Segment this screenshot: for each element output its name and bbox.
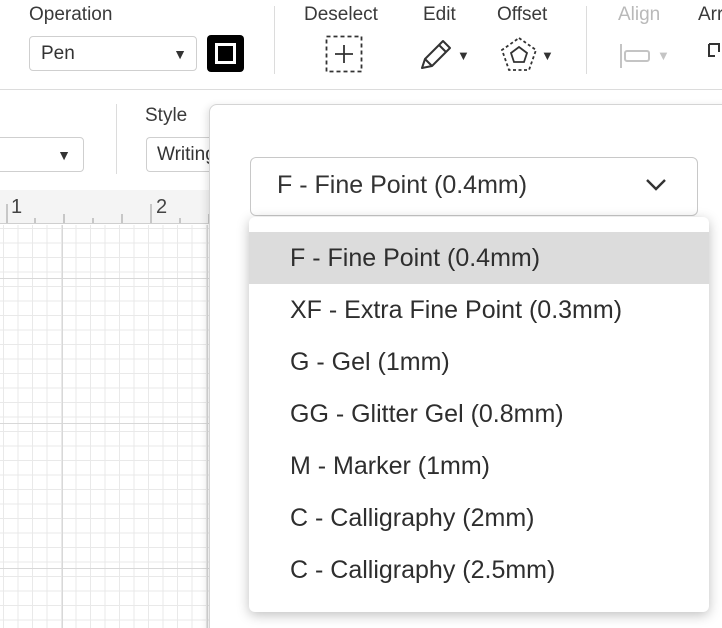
ruler-ticks (6, 204, 210, 223)
pen-option-extra-fine-point[interactable]: XF - Extra Fine Point (0.3mm) (249, 284, 709, 336)
ruler-mark: 2 (156, 196, 168, 218)
design-canvas-grid[interactable] (0, 225, 230, 628)
horizontal-ruler: 1 2 (0, 190, 230, 224)
style-value: Writing (157, 144, 216, 165)
pencil-icon[interactable] (418, 38, 454, 72)
caret-down-icon[interactable]: ▼ (541, 48, 554, 63)
divider (274, 6, 275, 74)
operation-label: Operation (29, 4, 113, 25)
divider (586, 6, 587, 74)
top-toolbar: Operation Pen ▼ Deselect Edit ▼ Offset ▼… (0, 0, 722, 90)
pen-type-value: F - Fine Point (0.4mm) (277, 171, 528, 199)
pen-type-select[interactable]: F - Fine Point (0.4mm) (250, 157, 698, 216)
pen-option-fine-point[interactable]: F - Fine Point (0.4mm) (249, 232, 709, 284)
caret-down-icon[interactable]: ▼ (457, 48, 470, 63)
pen-type-menu: F - Fine Point (0.4mm) XF - Extra Fine P… (249, 217, 709, 612)
ruler-mark: 1 (11, 196, 23, 218)
edit-label: Edit (423, 4, 456, 25)
chevron-down-icon (646, 179, 666, 191)
deselect-icon[interactable] (325, 35, 363, 73)
align-label: Align (618, 4, 661, 25)
pen-option-gel[interactable]: G - Gel (1mm) (249, 336, 709, 388)
caret-down-icon: ▼ (173, 46, 187, 62)
deselect-label: Deselect (304, 4, 378, 25)
arrange-icon[interactable] (707, 42, 722, 66)
divider (116, 104, 117, 174)
pen-option-calligraphy-2-5mm[interactable]: C - Calligraphy (2.5mm) (249, 544, 709, 596)
offset-icon[interactable] (500, 36, 538, 74)
caret-down-icon[interactable]: ▼ (657, 48, 670, 63)
pen-option-calligraphy-2mm[interactable]: C - Calligraphy (2mm) (249, 492, 709, 544)
pen-color-swatch[interactable] (207, 35, 244, 72)
font-size-select[interactable]: ▼ (0, 137, 84, 172)
operation-select[interactable]: Pen ▼ (29, 36, 197, 71)
pen-option-marker[interactable]: M - Marker (1mm) (249, 440, 709, 492)
pen-option-glitter-gel[interactable]: GG - Glitter Gel (0.8mm) (249, 388, 709, 440)
arrange-label: Arr (698, 4, 722, 25)
align-icon[interactable] (619, 42, 653, 70)
operation-value: Pen (41, 43, 75, 64)
offset-label: Offset (497, 4, 548, 25)
style-label: Style (145, 105, 188, 126)
caret-down-icon: ▼ (57, 147, 71, 163)
